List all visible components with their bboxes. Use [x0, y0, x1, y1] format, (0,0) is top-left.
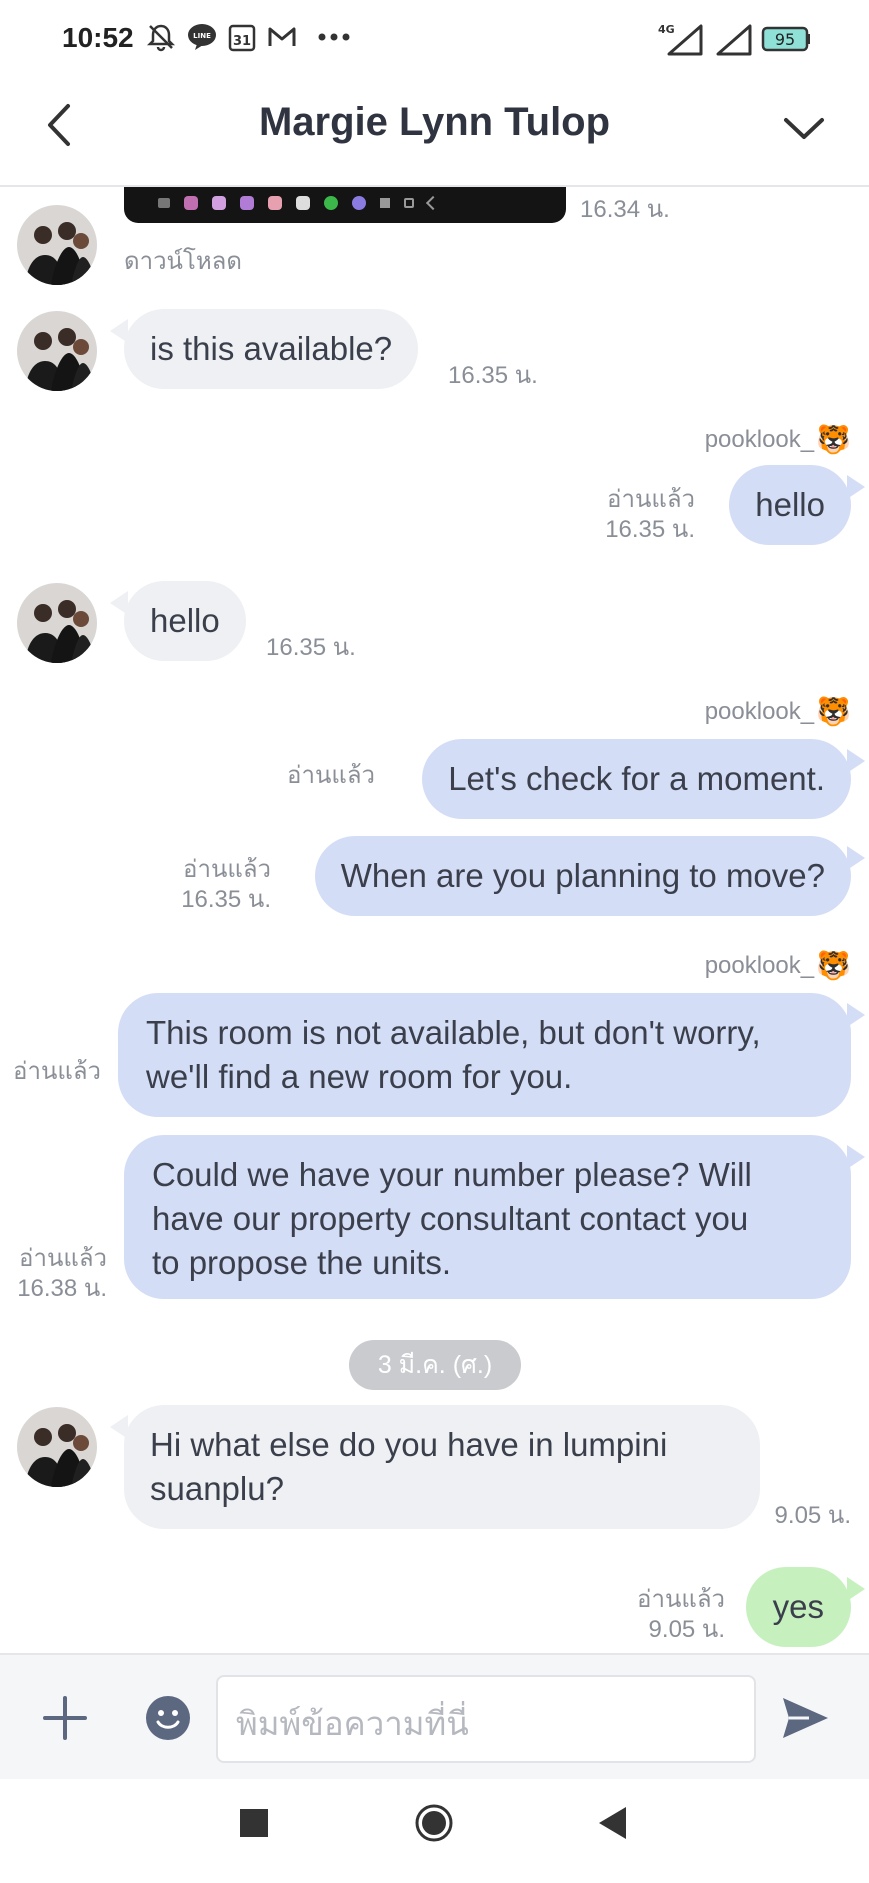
avatar[interactable]	[17, 205, 97, 285]
sender-name: pooklook_ 🐯	[704, 950, 851, 981]
avatar[interactable]	[17, 583, 97, 663]
outgoing-message[interactable]: yes	[745, 1567, 866, 1647]
read-receipt: อ่านแล้ว 16.35 น.	[181, 856, 271, 913]
read-receipt: อ่านแล้ว 16.38 น.	[17, 1245, 107, 1302]
shared-image[interactable]	[124, 187, 566, 223]
emoji-button[interactable]	[145, 1695, 191, 1741]
home-circle-icon	[415, 1804, 453, 1842]
message-line: to propose the units.	[152, 1244, 452, 1281]
outgoing-message[interactable]: This room is not available, but don't wo…	[118, 993, 865, 1117]
calendar-31-icon: 31	[227, 22, 257, 52]
message-text: Let's check for a moment.	[448, 760, 825, 797]
outgoing-message[interactable]: Could we have your number please? Will h…	[124, 1135, 865, 1299]
status-time: 10:52	[62, 22, 134, 53]
chat-title[interactable]: Margie Lynn Tulop	[0, 100, 869, 145]
back-nav-button[interactable]	[596, 1805, 630, 1841]
svg-text:LINE: LINE	[193, 32, 211, 40]
line-app-icon: LINE	[186, 22, 218, 52]
message-time: 16.35 น.	[266, 634, 356, 661]
sender-name: pooklook_ 🐯	[704, 424, 851, 455]
message-line: This room is not available, but don't wo…	[146, 1014, 761, 1051]
avatar[interactable]	[17, 311, 97, 391]
read-receipt: อ่านแล้ว 16.35 น.	[605, 486, 695, 543]
read-receipt: อ่านแล้ว 9.05 น.	[637, 1586, 725, 1643]
outgoing-message[interactable]: Let's check for a moment.	[422, 739, 865, 819]
incoming-message[interactable]: Hi what else do you have in lumpini suan…	[110, 1405, 760, 1529]
sender-name: pooklook_ 🐯	[704, 696, 851, 727]
send-button[interactable]	[780, 1695, 830, 1741]
read-receipt: อ่านแล้ว	[287, 762, 375, 789]
message-line: have our property consultant contact you	[152, 1200, 749, 1237]
battery-icon: 95	[760, 26, 812, 52]
add-button[interactable]	[40, 1693, 90, 1743]
recents-button[interactable]	[240, 1809, 268, 1837]
chat-header: Margie Lynn Tulop	[0, 78, 869, 187]
message-line: Hi what else do you have in lumpini	[150, 1426, 668, 1463]
outgoing-message[interactable]: hello	[729, 465, 865, 545]
message-line: Could we have your number please? Will	[152, 1156, 752, 1193]
message-input-bar: พิมพ์ข้อความที่นี่	[0, 1653, 869, 1779]
menu-toggle-button[interactable]	[779, 108, 829, 148]
message-line: suanplu?	[150, 1470, 284, 1507]
outgoing-message[interactable]: When are you planning to move?	[314, 836, 866, 916]
download-link[interactable]: ดาวน์โหลด	[124, 247, 242, 277]
smiley-icon	[146, 1696, 190, 1740]
incoming-message[interactable]: is this available?	[109, 309, 419, 389]
chevron-down-icon	[784, 118, 824, 139]
read-receipt: อ่านแล้ว	[13, 1058, 101, 1085]
triangle-back-icon	[599, 1807, 626, 1839]
message-text: yes	[772, 1588, 824, 1625]
chat-area[interactable]: 16.34 น. ดาวน์โหลด is this available? 16…	[0, 187, 869, 1653]
message-text: hello	[150, 602, 220, 639]
battery-level: 95	[775, 30, 795, 49]
message-text: is this available?	[150, 330, 393, 367]
message-time: 9.05 น.	[774, 1502, 851, 1529]
send-icon	[783, 1698, 828, 1738]
message-line: we'll find a new room for you.	[146, 1058, 573, 1095]
signal-icon	[714, 22, 754, 56]
svg-text:31: 31	[233, 34, 251, 49]
date-separator: 3 มี.ค. (ศ.)	[349, 1340, 521, 1390]
message-time: 16.34 น.	[580, 196, 670, 223]
incoming-message[interactable]: hello	[110, 581, 246, 661]
gmail-icon	[266, 22, 298, 52]
home-button[interactable]	[414, 1803, 454, 1843]
message-time: 16.35 น.	[448, 362, 538, 389]
svg-text:4G: 4G	[658, 23, 675, 36]
plus-icon	[43, 1696, 87, 1740]
system-nav-bar	[0, 1779, 869, 1883]
message-text: hello	[755, 486, 825, 523]
signal-4g-icon: 4G	[655, 22, 705, 56]
avatar[interactable]	[17, 1407, 97, 1487]
bell-off-icon	[145, 22, 177, 52]
tiger-emoji-icon: 🐯	[816, 696, 851, 727]
tiger-emoji-icon: 🐯	[816, 424, 851, 455]
message-text: When are you planning to move?	[340, 857, 825, 894]
status-bar: 10:52 LINE 31 4G 95	[0, 0, 869, 78]
message-input[interactable]: พิมพ์ข้อความที่นี่	[216, 1675, 756, 1763]
tiger-emoji-icon: 🐯	[816, 950, 851, 981]
more-dots-icon	[316, 22, 352, 52]
